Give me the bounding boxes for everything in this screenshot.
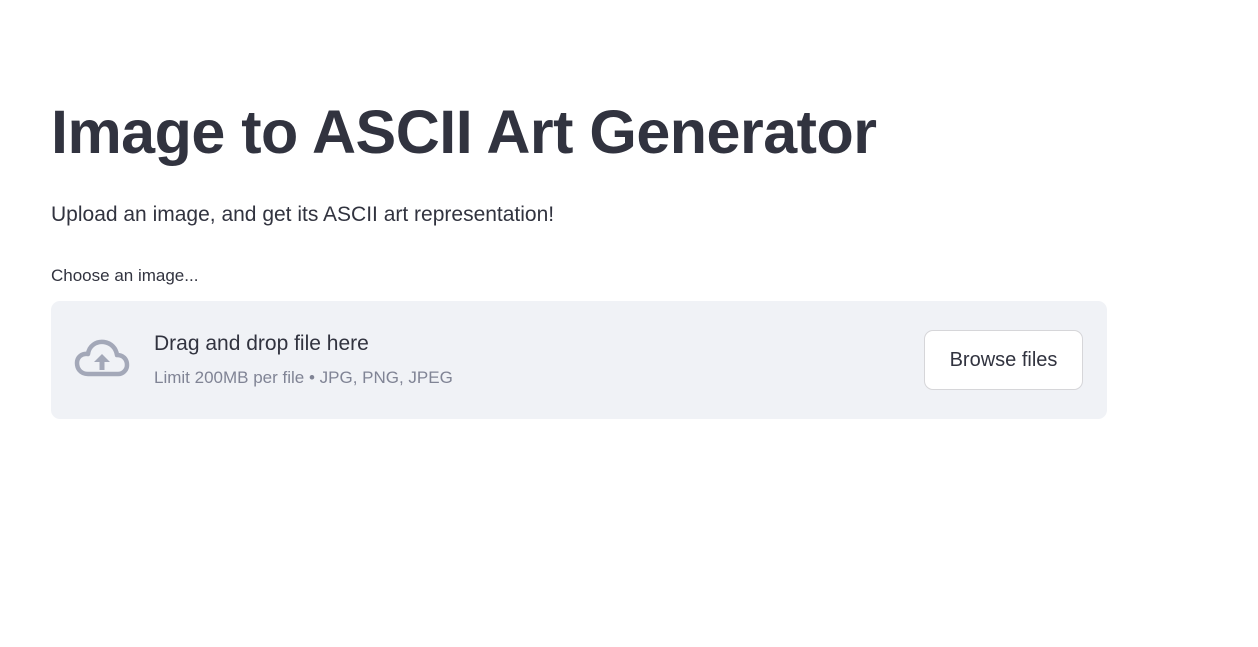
page-title: Image to ASCII Art Generator	[51, 98, 877, 166]
dropzone-instructions: Drag and drop file here Limit 200MB per …	[154, 329, 453, 389]
drag-drop-text: Drag and drop file here	[154, 332, 369, 355]
page-subtitle: Upload an image, and get its ASCII art r…	[51, 203, 555, 226]
browse-files-button[interactable]: Browse files	[924, 330, 1083, 390]
file-uploader-label: Choose an image...	[51, 266, 199, 285]
file-dropzone[interactable]: Drag and drop file here Limit 200MB per …	[51, 301, 1107, 419]
file-limit-text: Limit 200MB per file • JPG, PNG, JPEG	[154, 368, 453, 387]
cloud-upload-icon	[74, 336, 130, 384]
